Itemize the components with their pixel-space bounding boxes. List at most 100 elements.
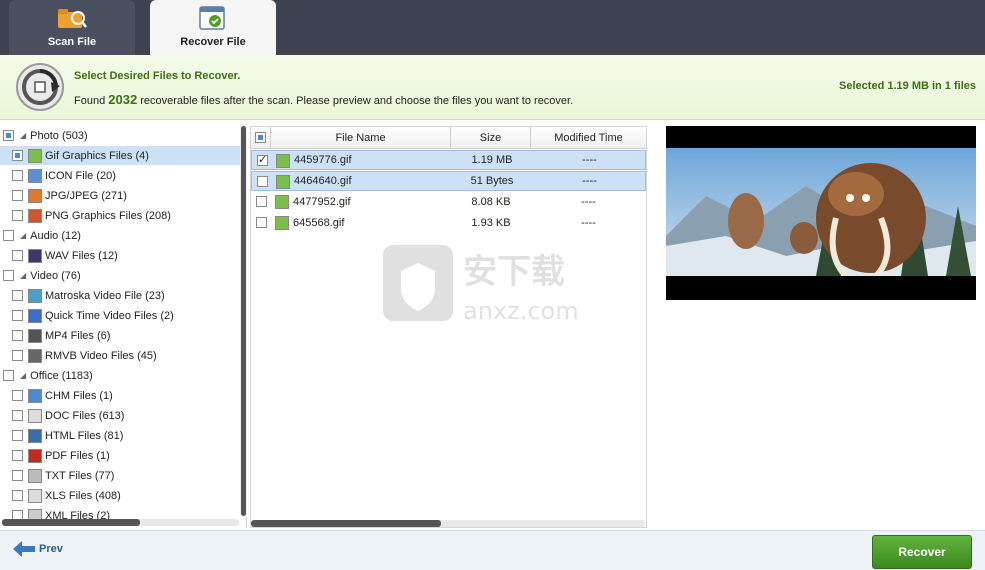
found-count: 2032 xyxy=(108,92,138,107)
tree-item-checkbox[interactable] xyxy=(12,250,23,261)
file-row-checkbox[interactable] xyxy=(257,153,268,166)
found-prefix: Found xyxy=(74,95,106,107)
tree-item-label: XLS Files (408) xyxy=(45,489,121,502)
scan-summary: Found 2032 recoverable files after the s… xyxy=(74,92,573,107)
file-row[interactable]: 4477952.gif 8.08 KB ---- xyxy=(251,192,646,212)
bottom-bar: Prev Recover xyxy=(0,530,985,570)
file-row-checkbox[interactable] xyxy=(257,176,268,187)
column-size[interactable]: Size xyxy=(451,127,531,149)
file-time-cell: ---- xyxy=(581,217,596,229)
file-row[interactable]: 4464640.gif 51 Bytes ---- xyxy=(251,171,646,191)
tree-item-checkbox[interactable] xyxy=(12,350,23,361)
tree-item-checkbox[interactable] xyxy=(12,470,23,481)
selection-summary: Selected 1.19 MB in 1 files xyxy=(839,80,976,92)
tree-item[interactable]: ◢ Video (76) xyxy=(0,266,240,285)
tree-item-checkbox[interactable] xyxy=(12,150,23,161)
tree-item[interactable]: PNG Graphics Files (208) xyxy=(0,206,240,225)
arrow-left-icon xyxy=(13,541,35,557)
tree-item-checkbox[interactable] xyxy=(12,410,23,421)
tree-item[interactable]: ◢ Photo (503) xyxy=(0,126,240,145)
file-time-cell: ---- xyxy=(581,196,596,208)
tree-item-checkbox[interactable] xyxy=(12,330,23,341)
prev-button-label: Prev xyxy=(39,543,63,555)
tree-item-checkbox[interactable] xyxy=(12,450,23,461)
tab-recover-file-label: Recover File xyxy=(180,36,246,48)
gif-icon xyxy=(28,148,42,163)
tree-vscroll-thumb[interactable] xyxy=(241,126,246,516)
file-list: File Name Size Modified Time 4459776.gif… xyxy=(250,126,647,528)
tree-item-label: Audio (12) xyxy=(30,229,81,242)
tree-item[interactable]: MP4 Files (6) xyxy=(0,326,240,345)
tree-horizontal-scrollbar[interactable] xyxy=(2,519,239,526)
file-name-cell: 4477952.gif xyxy=(293,196,351,208)
tree-item[interactable]: DOC Files (613) xyxy=(0,406,240,425)
expand-triangle-icon[interactable]: ◢ xyxy=(20,231,26,240)
tree-item[interactable]: HTML Files (81) xyxy=(0,426,240,445)
tree-item-checkbox[interactable] xyxy=(3,370,14,381)
file-row[interactable]: 4459776.gif 1.19 MB ---- xyxy=(251,150,646,170)
txt-icon xyxy=(28,468,42,483)
tree-item[interactable]: ◢ Office (1183) xyxy=(0,366,240,385)
tree-item[interactable]: ICON File (20) xyxy=(0,166,240,185)
column-modified-time[interactable]: Modified Time xyxy=(531,127,646,149)
tree-item-checkbox[interactable] xyxy=(12,290,23,301)
tree-item-checkbox[interactable] xyxy=(12,210,23,221)
tree-vertical-scrollbar[interactable] xyxy=(240,124,247,517)
tree-item[interactable]: CHM Files (1) xyxy=(0,386,240,405)
tree-item-label: WAV Files (12) xyxy=(45,249,118,262)
tree-item-checkbox[interactable] xyxy=(12,390,23,401)
tree-item-checkbox[interactable] xyxy=(12,170,23,181)
tree-item[interactable]: ◢ Audio (12) xyxy=(0,226,240,245)
tab-scan-file-label: Scan File xyxy=(47,36,97,48)
tree-item[interactable]: XLS Files (408) xyxy=(0,486,240,505)
jpg-icon xyxy=(28,188,42,203)
tree-item-checkbox[interactable] xyxy=(3,270,14,281)
file-list-horizontal-scrollbar[interactable] xyxy=(251,520,645,527)
folder-search-icon xyxy=(58,9,87,28)
tree-item[interactable]: RMVB Video Files (45) xyxy=(0,346,240,365)
preview-image xyxy=(666,126,976,300)
tree-item-label: PDF Files (1) xyxy=(45,449,110,462)
xls-icon xyxy=(28,488,42,503)
tree-item[interactable]: Matroska Video File (23) xyxy=(0,286,240,305)
expand-triangle-icon[interactable]: ◢ xyxy=(20,371,26,380)
tree-item-checkbox[interactable] xyxy=(12,490,23,501)
tree-item-label: JPG/JPEG (271) xyxy=(45,189,127,202)
file-row-checkbox[interactable] xyxy=(256,196,267,207)
tree-hscroll-thumb[interactable] xyxy=(2,519,140,526)
tree-item-checkbox[interactable] xyxy=(12,310,23,321)
file-type-tree: ◢ Photo (503) Gif Graphics Files (4) ICON F… xyxy=(0,124,247,528)
tree-item-checkbox[interactable] xyxy=(12,190,23,201)
tree-item-label: CHM Files (1) xyxy=(45,389,113,402)
tree-item[interactable]: Gif Graphics Files (4) xyxy=(0,146,240,165)
gif-icon xyxy=(275,195,289,209)
tree-item-label: Video (76) xyxy=(30,269,81,282)
select-all-checkbox[interactable] xyxy=(255,132,266,143)
png-icon xyxy=(28,208,42,223)
file-row-checkbox[interactable] xyxy=(256,217,267,228)
tree-item-checkbox[interactable] xyxy=(3,230,14,241)
tree-item[interactable]: JPG/JPEG (271) xyxy=(0,186,240,205)
recover-document-icon xyxy=(199,6,225,30)
file-list-hscroll-thumb[interactable] xyxy=(251,520,441,527)
column-file-name[interactable]: File Name xyxy=(271,127,451,149)
file-row[interactable]: 645568.gif 1.93 KB ---- xyxy=(251,213,646,233)
tree-item[interactable]: TXT Files (77) xyxy=(0,466,240,485)
prev-button[interactable]: Prev xyxy=(13,541,63,557)
expand-triangle-icon[interactable]: ◢ xyxy=(20,131,26,140)
tree-item-label: Gif Graphics Files (4) xyxy=(45,149,149,162)
tab-scan-file[interactable]: Scan File xyxy=(9,0,135,55)
tree-item-label: Quick Time Video Files (2) xyxy=(45,309,174,322)
expand-triangle-icon[interactable]: ◢ xyxy=(20,271,26,280)
tree-item[interactable]: WAV Files (12) xyxy=(0,246,240,265)
html-icon xyxy=(28,428,42,443)
tree-item-checkbox[interactable] xyxy=(3,130,14,141)
tree-item[interactable]: Quick Time Video Files (2) xyxy=(0,306,240,325)
recover-button[interactable]: Recover xyxy=(872,535,972,569)
rmvb-icon xyxy=(28,348,42,363)
tab-recover-file[interactable]: Recover File xyxy=(150,0,276,55)
file-size-cell: 1.19 MB xyxy=(471,154,513,166)
tree-item-checkbox[interactable] xyxy=(12,430,23,441)
tree-item[interactable]: PDF Files (1) xyxy=(0,446,240,465)
found-suffix: recoverable files after the scan. Please… xyxy=(140,95,574,107)
